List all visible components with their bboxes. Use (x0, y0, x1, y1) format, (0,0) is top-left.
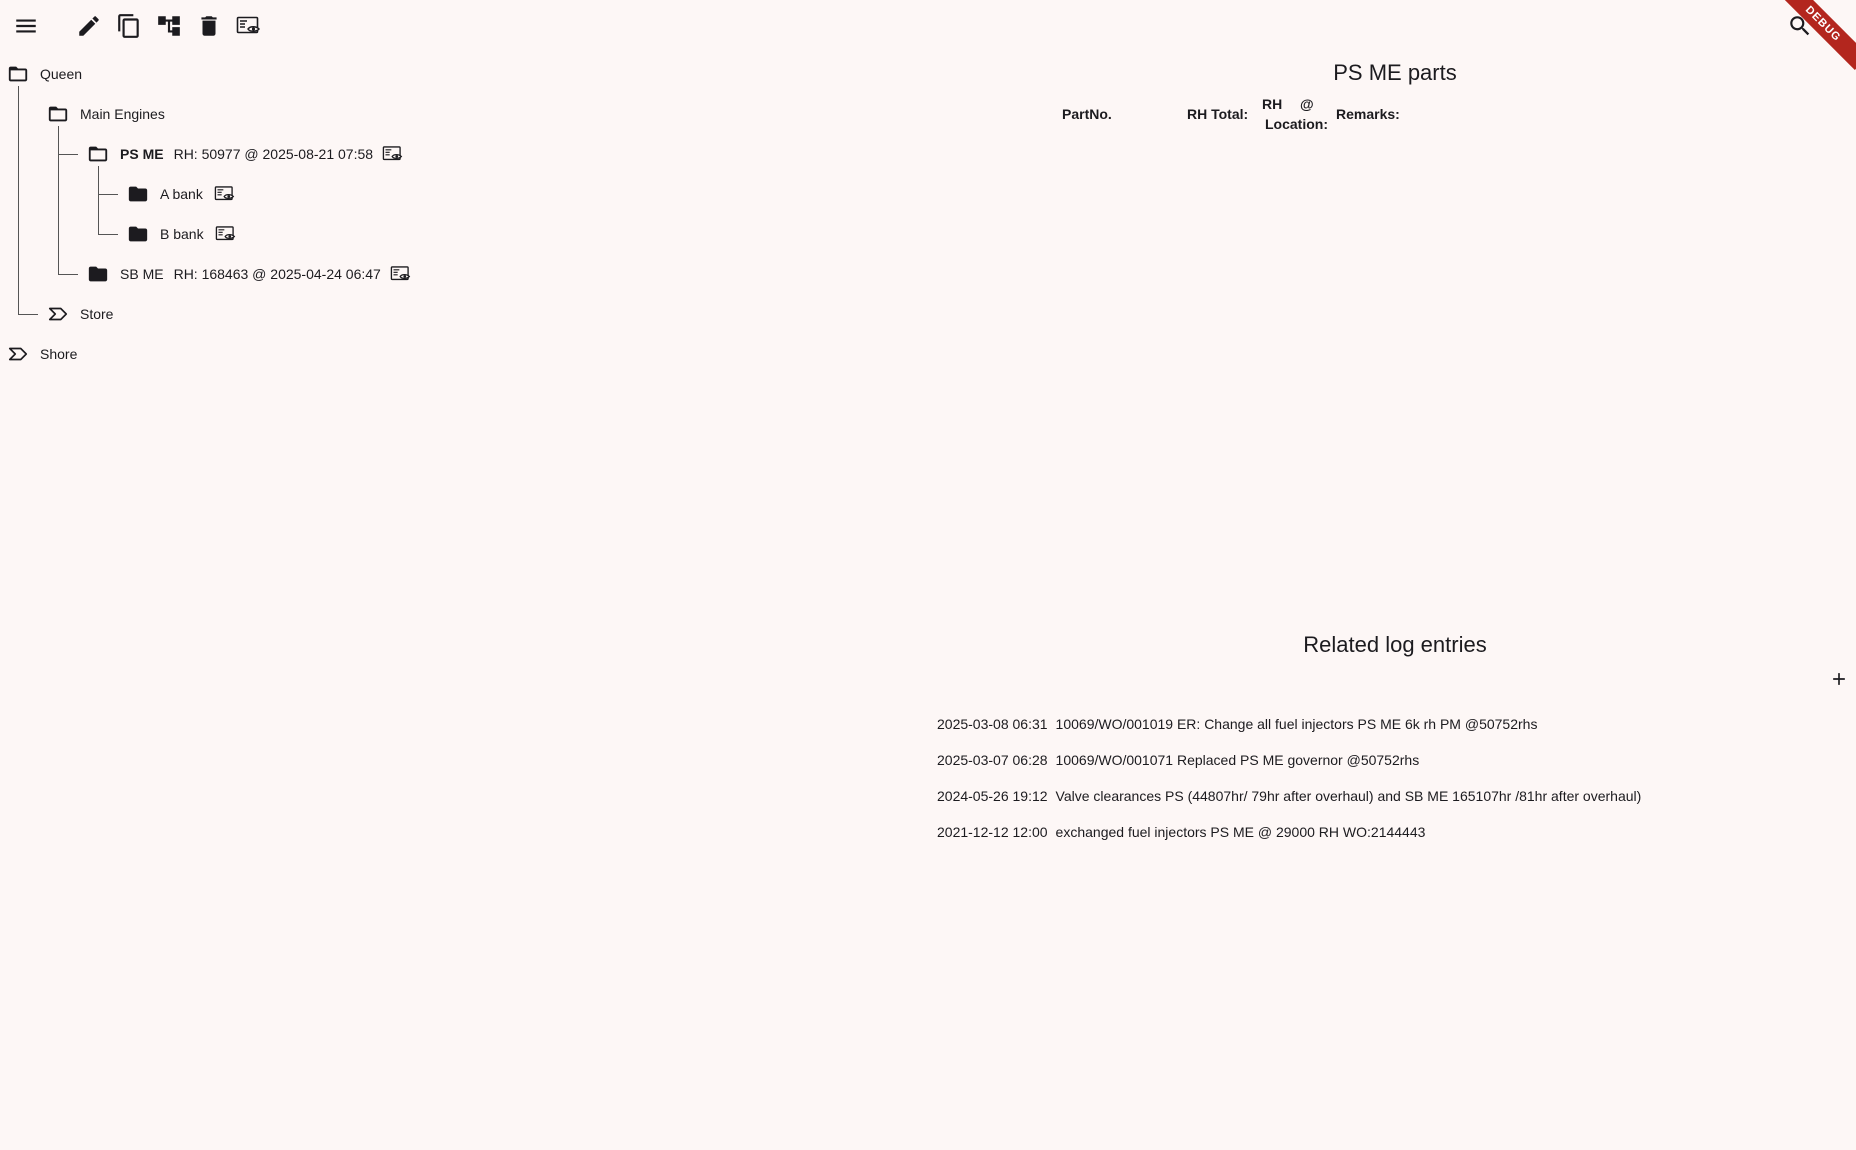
tree-connector (18, 86, 19, 314)
folder-icon (86, 262, 110, 286)
tree-node-label: Store (80, 306, 114, 322)
log-entry[interactable]: 2024-05-26 19:12 Valve clearances PS (44… (937, 778, 1641, 814)
app-window: DEBUG Queen Main Engines PS ME RH: 50977… (0, 0, 1856, 1150)
tree-node-shore[interactable]: Shore (6, 334, 87, 374)
tree-connector (58, 126, 59, 274)
tree-node-label: Main Engines (80, 106, 165, 122)
running-hours: RH: 50977 @ 2025-08-21 07:58 (173, 146, 374, 162)
tree-connector (58, 154, 78, 155)
tree-node-queen[interactable]: Queen (6, 54, 92, 94)
tree-node-label: A bank (160, 186, 203, 202)
tree-node-label: SB ME (120, 266, 164, 282)
tree-node-main-engines[interactable]: Main Engines (46, 94, 175, 134)
tree-node-a-bank[interactable]: A bank (126, 174, 237, 214)
log-date: 2025-03-07 06:28 (937, 752, 1048, 768)
tree-connector (18, 314, 38, 315)
log-list: 2025-03-08 06:31 10069/WO/001019 ER: Cha… (937, 706, 1641, 850)
view-details-icon[interactable] (389, 262, 413, 286)
parts-title: PS ME parts (1333, 60, 1457, 85)
running-hours: RH: 168463 @ 2025-04-24 06:47 (173, 266, 381, 282)
tree-connector (98, 166, 99, 234)
menu-icon[interactable] (6, 6, 46, 46)
log-entry[interactable]: 2021-12-12 12:00 exchanged fuel injector… (937, 814, 1641, 850)
column-header-location: Location: (1265, 116, 1328, 132)
log-date: 2025-03-08 06:31 (937, 716, 1048, 732)
log-text: Valve clearances PS (44807hr/ 79hr after… (1055, 788, 1642, 804)
column-header-partno: PartNo. (1062, 106, 1112, 122)
log-text: 10069/WO/001019 ER: Change all fuel inje… (1055, 716, 1538, 732)
tree-node-label: B bank (160, 226, 204, 242)
log-date: 2024-05-26 19:12 (937, 788, 1048, 804)
view-details-icon[interactable] (213, 182, 237, 206)
tree-connector (98, 194, 118, 195)
column-header-rh-total: RH Total: (1187, 106, 1249, 122)
view-details-icon[interactable] (381, 142, 405, 166)
log-text: exchanged fuel injectors PS ME @ 29000 R… (1055, 824, 1426, 840)
folder-icon (126, 182, 150, 206)
tree-node-label: Shore (40, 346, 78, 362)
log-title: Related log entries (1303, 632, 1487, 657)
delete-icon[interactable] (189, 6, 229, 46)
log-entry[interactable]: 2025-03-07 06:28 10069/WO/001071 Replace… (937, 742, 1641, 778)
folder-open-icon (46, 102, 70, 126)
edit-icon[interactable] (69, 6, 109, 46)
tree-icon[interactable] (149, 6, 189, 46)
tree-node-label: Queen (40, 66, 83, 82)
label-tag-icon (6, 342, 30, 366)
column-header-at: @ (1300, 96, 1314, 112)
copy-icon[interactable] (109, 6, 149, 46)
tree-node-store[interactable]: Store (46, 294, 123, 334)
tree-node-ps-me[interactable]: PS ME RH: 50977 @ 2025-08-21 07:58 (86, 134, 405, 174)
label-tag-icon (46, 302, 70, 326)
log-text: 10069/WO/001071 Replaced PS ME governor … (1055, 752, 1420, 768)
tree-node-sb-me[interactable]: SB ME RH: 168463 @ 2025-04-24 06:47 (86, 254, 413, 294)
log-entry[interactable]: 2025-03-08 06:31 10069/WO/001019 ER: Cha… (937, 706, 1641, 742)
view-details-icon[interactable] (229, 6, 269, 46)
tree-connector (98, 234, 118, 235)
tree-connector (58, 274, 78, 275)
toolbar (0, 0, 1856, 52)
view-details-icon[interactable] (214, 222, 238, 246)
tree-node-label: PS ME (120, 146, 164, 162)
column-header-rh: RH (1262, 96, 1283, 112)
folder-open-icon (86, 142, 110, 166)
folder-icon (126, 222, 150, 246)
log-date: 2021-12-12 12:00 (937, 824, 1048, 840)
column-header-remarks: Remarks: (1336, 106, 1400, 122)
tree-node-b-bank[interactable]: B bank (126, 214, 238, 254)
folder-open-icon (6, 62, 30, 86)
add-icon[interactable] (1826, 666, 1852, 692)
